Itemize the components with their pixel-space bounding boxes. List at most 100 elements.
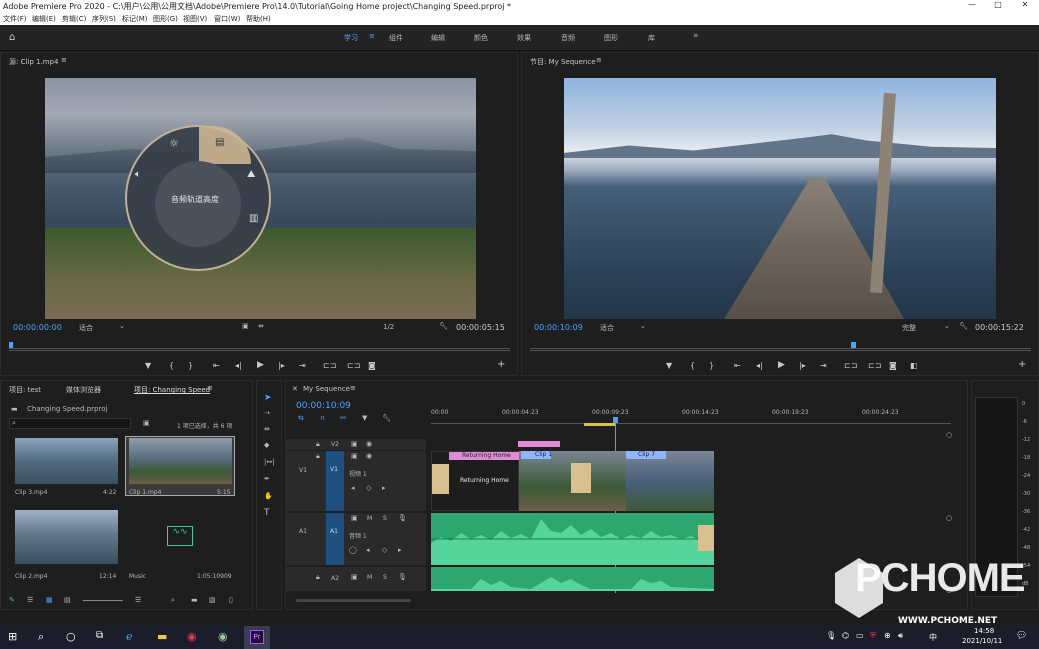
pencil-icon[interactable]: ✎ <box>9 596 15 604</box>
go-to-in-icon[interactable]: ⇤ <box>734 361 741 370</box>
track-target-a1[interactable] <box>326 513 344 565</box>
speaker-icon[interactable]: 🔊︎ <box>898 631 903 641</box>
task-view-icon[interactable]: ⧉ <box>96 630 103 641</box>
hand-icon[interactable]: ✋ <box>264 492 273 500</box>
program-fit-select[interactable]: 适合 <box>600 323 614 333</box>
scroll-handle-icon[interactable]: ○ <box>946 431 952 439</box>
audio-clip-a1[interactable] <box>431 513 714 565</box>
workspace-editing[interactable]: 编辑 <box>431 33 445 43</box>
workspace-menu-icon[interactable]: ≡ <box>369 32 375 40</box>
media-browser-tab[interactable]: 媒体浏览器 <box>66 385 101 395</box>
add-keyframe-icon[interactable]: ◇ <box>382 546 387 554</box>
solo-button[interactable]: S <box>383 515 387 522</box>
track-target-v1[interactable] <box>326 451 344 511</box>
source-res-select[interactable]: 1/2 <box>383 323 394 331</box>
next-keyframe-icon[interactable]: ▸ <box>398 546 402 554</box>
step-back-icon[interactable]: ◂| <box>756 361 763 370</box>
settings-wrench-icon[interactable]: 🔧︎ <box>382 414 391 422</box>
linked-selection-icon[interactable]: ⚯ <box>340 414 346 422</box>
microphone-icon[interactable]: 🎙︎ <box>398 573 407 581</box>
close-tab-icon[interactable]: ✕ <box>292 385 298 393</box>
prev-keyframe-icon[interactable]: ◂ <box>366 546 370 554</box>
add-marker-icon[interactable]: ▼ <box>145 361 151 370</box>
go-to-in-icon[interactable]: ⇤ <box>213 361 220 370</box>
prev-keyframe-icon[interactable]: ◂ <box>351 484 355 492</box>
program-res-select[interactable]: 完整 <box>902 323 916 333</box>
minimize-icon[interactable]: — <box>962 0 982 9</box>
add-button-icon[interactable]: + <box>1018 359 1026 370</box>
notification-icon[interactable]: 💬︎ <box>1016 631 1027 641</box>
program-zoom-bar[interactable] <box>530 350 1031 351</box>
menu-markers[interactable]: 标记(M) <box>122 14 148 24</box>
export-frame-icon[interactable]: ◙ <box>368 361 376 370</box>
security-icon[interactable]: ⛨ <box>870 631 876 641</box>
workspace-graphics[interactable]: 图形 <box>604 33 618 43</box>
thumbnail-clip3[interactable] <box>15 438 118 484</box>
workspace-effects[interactable]: 效果 <box>517 33 531 43</box>
workspace-libraries[interactable]: 库 <box>648 33 655 43</box>
source-time-ruler[interactable] <box>9 339 510 349</box>
mark-out-icon[interactable]: } <box>709 361 714 370</box>
lift-icon[interactable]: ⊏⊐ <box>844 361 857 370</box>
app-tray-icon[interactable]: ⊕ <box>884 631 891 640</box>
volume-knob-icon[interactable]: ◯ <box>349 546 357 554</box>
play-icon[interactable]: ▶ <box>257 360 264 370</box>
volume-icon[interactable]: 🔈︎ <box>135 169 141 180</box>
source-tab[interactable]: 源: Clip 1.mp4 <box>9 57 58 67</box>
home-icon[interactable]: ⌂ <box>9 32 15 43</box>
new-item-icon[interactable]: ▧ <box>209 596 216 604</box>
source-playhead[interactable] <box>9 342 13 348</box>
settings-wrench-icon[interactable]: 🔧︎ <box>439 322 448 330</box>
menu-sequence[interactable]: 序列(S) <box>92 14 116 24</box>
panel-menu-icon[interactable]: ≡ <box>207 384 213 392</box>
timeline-timecode[interactable]: 00:00:10:09 <box>296 401 351 411</box>
maximize-icon[interactable]: □ <box>988 0 1008 9</box>
scroll-handle-icon[interactable]: ○ <box>946 514 952 522</box>
search-input[interactable]: ⌕ <box>9 418 131 429</box>
step-forward-icon[interactable]: |▸ <box>278 361 285 370</box>
clock-time[interactable]: 14:58 <box>974 627 994 635</box>
radial-menu[interactable]: ☼ ▤ 🔈︎ ⛰︎ ▥ 音频轨道高度 <box>125 125 271 271</box>
add-button-icon[interactable]: + <box>497 359 505 370</box>
menu-clip[interactable]: 剪辑(C) <box>62 14 86 24</box>
v2-clip[interactable] <box>518 441 560 447</box>
project-tab-changing-speed[interactable]: 项目: Changing Speed <box>134 385 210 395</box>
step-back-icon[interactable]: ◂| <box>235 361 242 370</box>
premiere-taskbar-item[interactable]: Pr <box>244 626 270 649</box>
thumbnail-music[interactable]: ∿∿ <box>129 510 232 564</box>
program-time-ruler[interactable] <box>530 339 1031 349</box>
brightness-icon[interactable]: ☼ <box>169 137 179 150</box>
track-select-icon[interactable]: ⇢ <box>264 409 270 417</box>
panel-menu-icon[interactable]: ≡ <box>350 384 356 392</box>
freeform-view-icon[interactable]: ▤ <box>64 596 71 604</box>
thumbnail-clip2[interactable] <box>15 510 118 564</box>
eye-icon[interactable]: ◉ <box>366 452 372 460</box>
mute-button[interactable]: M <box>367 515 372 522</box>
icon-view-icon[interactable]: ▦ <box>46 596 53 604</box>
next-keyframe-icon[interactable]: ▸ <box>382 484 386 492</box>
close-icon[interactable]: ✕ <box>1015 0 1035 9</box>
menu-edit[interactable]: 编辑(E) <box>32 14 56 24</box>
app-icon[interactable]: ◉ <box>218 630 228 643</box>
settings-wrench-icon[interactable]: 🔧︎ <box>959 322 968 330</box>
sync-icon[interactable]: ▣ <box>351 573 358 581</box>
workspace-audio[interactable]: 音频 <box>561 33 575 43</box>
clip1-video[interactable]: Clip 1 <box>519 451 626 511</box>
audio-clip-a2[interactable] <box>431 567 714 591</box>
title-clip[interactable]: Returning Home Returning Home <box>431 451 519 511</box>
workspace-learning[interactable]: 学习 <box>344 33 358 43</box>
app-icon[interactable]: ◉ <box>187 630 197 643</box>
cortana-icon[interactable]: ○ <box>66 630 76 643</box>
project-tab-test[interactable]: 项目: test <box>9 385 41 395</box>
lock-icon[interactable]: 🔒︎ <box>316 573 320 582</box>
chevron-down-icon[interactable]: ⌄ <box>640 322 646 330</box>
extract-icon[interactable]: ⊏⊐ <box>868 361 881 370</box>
work-area-bar[interactable] <box>584 423 616 426</box>
program-tab[interactable]: 节目: My Sequence <box>530 57 596 67</box>
eye-icon[interactable]: ◉ <box>366 440 372 448</box>
layout-icon[interactable]: ▤ <box>215 137 224 148</box>
type-tool-icon[interactable]: T <box>264 508 270 518</box>
new-bin-icon[interactable]: ▣ <box>143 419 150 427</box>
compare-view-icon[interactable]: ◧ <box>910 361 918 370</box>
file-explorer-icon[interactable]: ▬ <box>157 630 167 643</box>
